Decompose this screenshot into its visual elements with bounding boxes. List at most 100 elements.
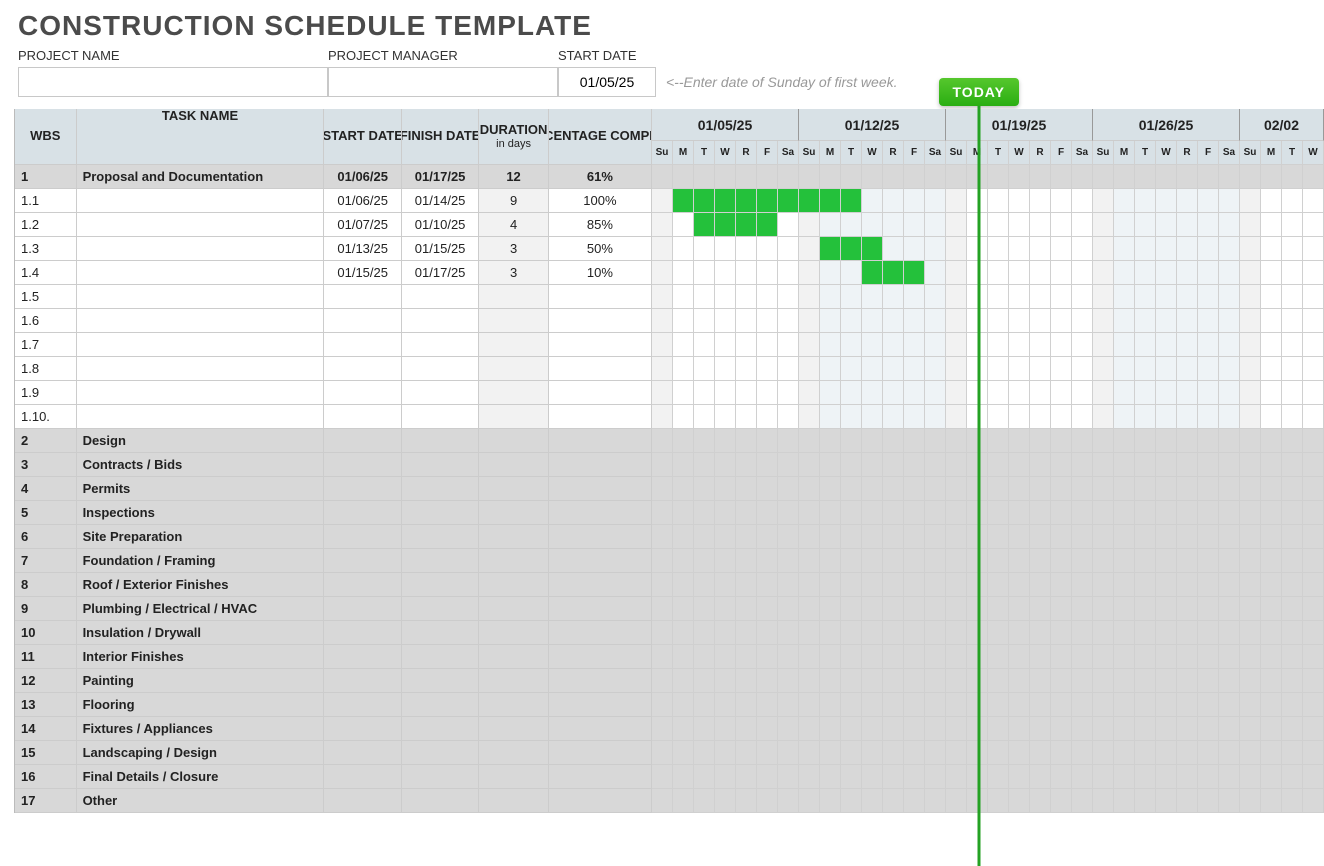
day-cell[interactable] — [1198, 261, 1219, 285]
cell-start[interactable] — [324, 429, 401, 453]
cell-finish[interactable] — [402, 549, 479, 573]
day-cell[interactable] — [946, 597, 967, 621]
day-cell[interactable] — [1114, 453, 1135, 477]
day-cell[interactable] — [883, 477, 904, 501]
day-cell[interactable] — [883, 669, 904, 693]
cell-duration[interactable] — [479, 717, 549, 741]
day-cell[interactable] — [904, 501, 925, 525]
day-cell[interactable] — [820, 237, 841, 261]
day-cell[interactable] — [1093, 213, 1114, 237]
day-cell[interactable] — [925, 573, 946, 597]
day-cell[interactable] — [652, 597, 673, 621]
day-cell[interactable] — [1303, 669, 1324, 693]
day-cell[interactable] — [925, 285, 946, 309]
day-cell[interactable] — [1156, 549, 1177, 573]
day-cell[interactable] — [652, 357, 673, 381]
day-cell[interactable] — [1240, 381, 1261, 405]
day-cell[interactable] — [1303, 381, 1324, 405]
day-cell[interactable] — [988, 525, 1009, 549]
day-cell[interactable] — [1093, 237, 1114, 261]
day-cell[interactable] — [1093, 645, 1114, 669]
day-cell[interactable] — [1030, 357, 1051, 381]
day-cell[interactable] — [1261, 645, 1282, 669]
day-cell[interactable] — [715, 597, 736, 621]
day-cell[interactable] — [841, 261, 862, 285]
day-cell[interactable] — [1282, 789, 1303, 813]
day-cell[interactable] — [820, 789, 841, 813]
day-cell[interactable] — [841, 549, 862, 573]
day-cell[interactable] — [736, 717, 757, 741]
day-cell[interactable] — [1051, 333, 1072, 357]
day-cell[interactable] — [1240, 453, 1261, 477]
day-cell[interactable]: Sa — [925, 141, 946, 165]
day-cell[interactable] — [673, 429, 694, 453]
day-cell[interactable] — [673, 237, 694, 261]
day-cell[interactable] — [1030, 693, 1051, 717]
cell-percent[interactable] — [549, 693, 652, 717]
day-cell[interactable] — [673, 333, 694, 357]
day-cell[interactable] — [1093, 669, 1114, 693]
day-cell[interactable] — [1135, 693, 1156, 717]
day-cell[interactable] — [778, 309, 799, 333]
day-cell[interactable] — [1261, 669, 1282, 693]
day-cell[interactable] — [1030, 453, 1051, 477]
day-cell[interactable]: F — [757, 141, 778, 165]
day-cell[interactable] — [820, 405, 841, 429]
day-cell[interactable] — [778, 693, 799, 717]
day-cell[interactable] — [799, 645, 820, 669]
day-cell[interactable] — [1240, 309, 1261, 333]
day-cell[interactable] — [1282, 669, 1303, 693]
day-cell[interactable] — [715, 381, 736, 405]
day-cell[interactable] — [841, 669, 862, 693]
day-cell[interactable] — [862, 261, 883, 285]
day-cell[interactable] — [1030, 741, 1051, 765]
day-cell[interactable] — [1030, 789, 1051, 813]
day-cell[interactable] — [736, 285, 757, 309]
day-cell[interactable] — [988, 237, 1009, 261]
day-cell[interactable] — [1198, 165, 1219, 189]
day-cell[interactable] — [1051, 309, 1072, 333]
cell-percent[interactable] — [549, 669, 652, 693]
cell-wbs[interactable]: 7 — [15, 549, 77, 573]
day-cell[interactable] — [694, 525, 715, 549]
day-cell[interactable] — [1303, 405, 1324, 429]
day-cell[interactable] — [904, 669, 925, 693]
day-cell[interactable] — [736, 621, 757, 645]
day-cell[interactable] — [715, 309, 736, 333]
day-cell[interactable] — [925, 525, 946, 549]
cell-start[interactable]: 01/15/25 — [324, 261, 401, 285]
day-cell[interactable] — [757, 309, 778, 333]
day-cell[interactable] — [1009, 429, 1030, 453]
day-cell[interactable] — [862, 285, 883, 309]
day-cell[interactable] — [1009, 381, 1030, 405]
day-cell[interactable] — [1030, 549, 1051, 573]
day-cell[interactable] — [757, 573, 778, 597]
day-cell[interactable] — [715, 573, 736, 597]
day-cell[interactable] — [1114, 573, 1135, 597]
day-cell[interactable] — [1030, 525, 1051, 549]
day-cell[interactable] — [1177, 597, 1198, 621]
cell-finish[interactable] — [402, 453, 479, 477]
day-cell[interactable] — [1156, 285, 1177, 309]
day-cell[interactable] — [736, 765, 757, 789]
day-cell[interactable] — [799, 429, 820, 453]
day-cell[interactable] — [673, 717, 694, 741]
day-cell[interactable] — [736, 549, 757, 573]
day-cell[interactable] — [1093, 597, 1114, 621]
day-cell[interactable] — [1261, 741, 1282, 765]
day-cell[interactable] — [1072, 621, 1093, 645]
cell-duration[interactable] — [479, 405, 549, 429]
day-cell[interactable] — [715, 405, 736, 429]
project-name-input[interactable] — [18, 67, 328, 97]
day-cell[interactable] — [904, 765, 925, 789]
cell-finish[interactable] — [402, 357, 479, 381]
day-cell[interactable] — [1240, 621, 1261, 645]
day-cell[interactable] — [1093, 333, 1114, 357]
day-cell[interactable] — [988, 477, 1009, 501]
day-cell[interactable] — [757, 693, 778, 717]
day-cell[interactable] — [1177, 285, 1198, 309]
day-cell[interactable] — [1198, 429, 1219, 453]
day-cell[interactable] — [862, 621, 883, 645]
cell-start[interactable] — [324, 597, 401, 621]
day-cell[interactable] — [904, 549, 925, 573]
